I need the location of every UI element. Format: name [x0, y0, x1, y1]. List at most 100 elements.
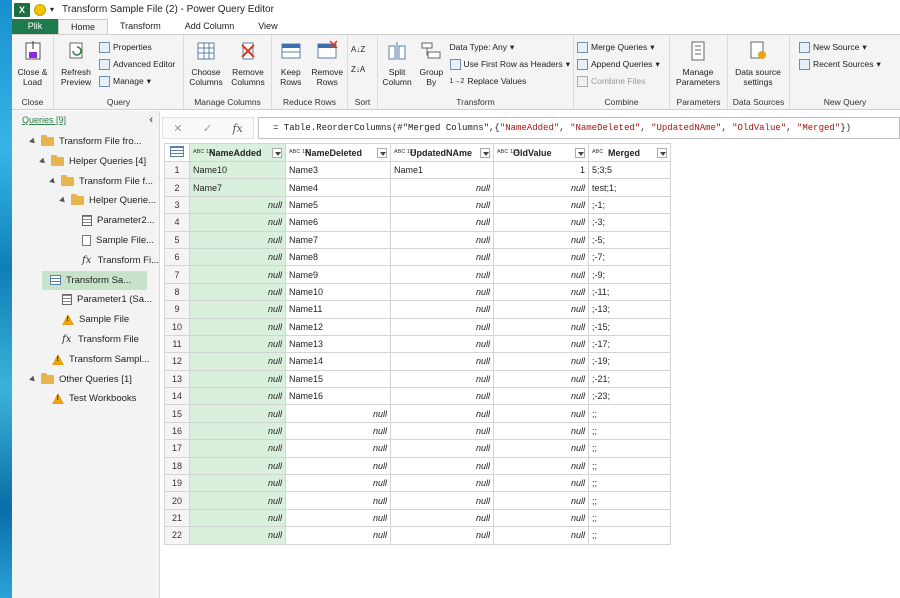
- tab-view[interactable]: View: [246, 19, 289, 34]
- expand-icon[interactable]: [39, 157, 47, 166]
- quick-access-dropdown-icon[interactable]: ▾: [50, 5, 54, 14]
- expand-icon[interactable]: [29, 375, 37, 383]
- table-cell[interactable]: null: [285, 439, 391, 458]
- row-number[interactable]: 15: [164, 404, 190, 423]
- table-cell[interactable]: null: [189, 404, 286, 423]
- table-cell[interactable]: null: [390, 247, 494, 267]
- table-cell[interactable]: null: [390, 404, 494, 423]
- confirm-formula-icon[interactable]: ✓: [203, 122, 212, 135]
- table-cell[interactable]: null: [285, 404, 391, 423]
- row-number[interactable]: 5: [164, 230, 190, 249]
- table-cell[interactable]: null: [390, 387, 494, 406]
- row-number[interactable]: 21: [164, 508, 190, 528]
- table-cell[interactable]: ;-9;: [588, 265, 671, 284]
- collapse-pane-icon[interactable]: ‹: [149, 114, 153, 126]
- column-header[interactable]: ABC 123 NameAdded: [189, 143, 286, 162]
- query-item[interactable]: Transform Sa...: [42, 270, 147, 290]
- recent-sources-button[interactable]: Recent Sources ▾: [799, 57, 881, 71]
- table-cell[interactable]: null: [390, 195, 494, 215]
- row-number[interactable]: 22: [164, 526, 190, 545]
- table-cell[interactable]: null: [390, 526, 494, 545]
- table-cell[interactable]: null: [390, 334, 494, 354]
- expand-icon[interactable]: [29, 137, 37, 146]
- query-item[interactable]: Transform Sampl...: [12, 350, 159, 369]
- table-cell[interactable]: null: [189, 195, 286, 215]
- tab-add-column[interactable]: Add Column: [173, 19, 247, 34]
- table-cell[interactable]: null: [390, 491, 494, 510]
- table-cell[interactable]: Name7: [285, 230, 391, 249]
- table-cell[interactable]: null: [493, 404, 589, 423]
- table-cell[interactable]: null: [493, 491, 589, 510]
- table-cell[interactable]: null: [285, 491, 391, 510]
- row-number[interactable]: 7: [164, 265, 190, 284]
- column-filter-dropdown-icon[interactable]: [575, 147, 585, 158]
- column-filter-dropdown-icon[interactable]: [480, 147, 490, 158]
- table-cell[interactable]: null: [493, 213, 589, 232]
- table-cell[interactable]: Name1: [390, 160, 494, 180]
- table-cell[interactable]: null: [390, 213, 494, 232]
- data-type-dropdown[interactable]: Data Type: Any ▾: [450, 40, 570, 54]
- table-cell[interactable]: Name3: [285, 160, 391, 180]
- table-cell[interactable]: null: [285, 526, 391, 545]
- table-cell[interactable]: null: [390, 508, 494, 528]
- table-cell[interactable]: null: [390, 230, 494, 249]
- append-queries-button[interactable]: Append Queries ▾: [577, 57, 660, 71]
- column-type-icon[interactable]: ABC 123: [497, 149, 519, 155]
- table-cell[interactable]: null: [493, 265, 589, 284]
- table-cell[interactable]: Name15: [285, 369, 391, 389]
- table-cell[interactable]: null: [493, 439, 589, 458]
- table-cell[interactable]: ;-7;: [588, 247, 671, 267]
- row-number[interactable]: 16: [164, 421, 190, 441]
- table-cell[interactable]: null: [493, 334, 589, 354]
- tab-transform[interactable]: Transform: [108, 19, 173, 34]
- query-item[interactable]: fx Transform File: [12, 330, 159, 349]
- row-number[interactable]: 20: [164, 491, 190, 510]
- merge-queries-button[interactable]: Merge Queries ▾: [577, 40, 660, 54]
- row-number[interactable]: 3: [164, 195, 190, 215]
- table-cell[interactable]: Name14: [285, 352, 391, 371]
- tab-home[interactable]: Home: [58, 19, 109, 34]
- table-cell[interactable]: null: [493, 282, 589, 302]
- table-cell[interactable]: 5;3;5: [588, 160, 671, 180]
- table-cell[interactable]: null: [189, 352, 286, 371]
- query-item[interactable]: Parameter2...: [12, 211, 159, 230]
- table-cell[interactable]: null: [493, 317, 589, 336]
- table-cell[interactable]: ;;: [588, 491, 671, 510]
- row-number[interactable]: 9: [164, 300, 190, 319]
- table-cell[interactable]: null: [390, 317, 494, 336]
- combine-files-button[interactable]: Combine Files: [577, 74, 660, 88]
- table-cell[interactable]: ;;: [588, 508, 671, 528]
- fx-icon[interactable]: fx: [232, 122, 242, 135]
- row-number[interactable]: 19: [164, 474, 190, 493]
- table-cell[interactable]: null: [390, 421, 494, 441]
- column-filter-dropdown-icon[interactable]: [657, 147, 667, 158]
- formula-input[interactable]: = Table.ReorderColumns(#"Merged Columns"…: [258, 117, 900, 139]
- row-number[interactable]: 8: [164, 282, 190, 302]
- table-cell[interactable]: Name9: [285, 265, 391, 284]
- table-cell[interactable]: null: [390, 439, 494, 458]
- table-cell[interactable]: Name10: [285, 282, 391, 302]
- table-cell[interactable]: Name6: [285, 213, 391, 232]
- table-cell[interactable]: Name11: [285, 300, 391, 319]
- table-cell[interactable]: null: [189, 334, 286, 354]
- expand-icon[interactable]: [49, 177, 57, 185]
- column-header[interactable]: ABC 123 UpdatedNAme: [390, 143, 494, 162]
- table-cell[interactable]: ;;: [588, 439, 671, 458]
- table-cell[interactable]: ;;: [588, 474, 671, 493]
- table-cell[interactable]: ;;: [588, 526, 671, 545]
- column-type-icon[interactable]: ABC 123: [289, 149, 311, 155]
- table-cell[interactable]: null: [390, 300, 494, 319]
- table-cell[interactable]: Name16: [285, 387, 391, 406]
- table-cell[interactable]: ;-19;: [588, 352, 671, 371]
- table-cell[interactable]: null: [189, 247, 286, 267]
- table-cell[interactable]: null: [493, 456, 589, 476]
- table-cell[interactable]: Name4: [285, 178, 391, 197]
- table-cell[interactable]: null: [493, 387, 589, 406]
- query-item[interactable]: Sample File...: [12, 231, 159, 250]
- row-number[interactable]: 13: [164, 369, 190, 389]
- sort-ascending-button[interactable]: A↓Z: [351, 42, 365, 56]
- table-cell[interactable]: null: [390, 474, 494, 493]
- query-item[interactable]: Helper Queries [4]: [12, 152, 159, 171]
- query-item[interactable]: Other Queries [1]: [12, 370, 159, 389]
- table-cell[interactable]: null: [189, 213, 286, 232]
